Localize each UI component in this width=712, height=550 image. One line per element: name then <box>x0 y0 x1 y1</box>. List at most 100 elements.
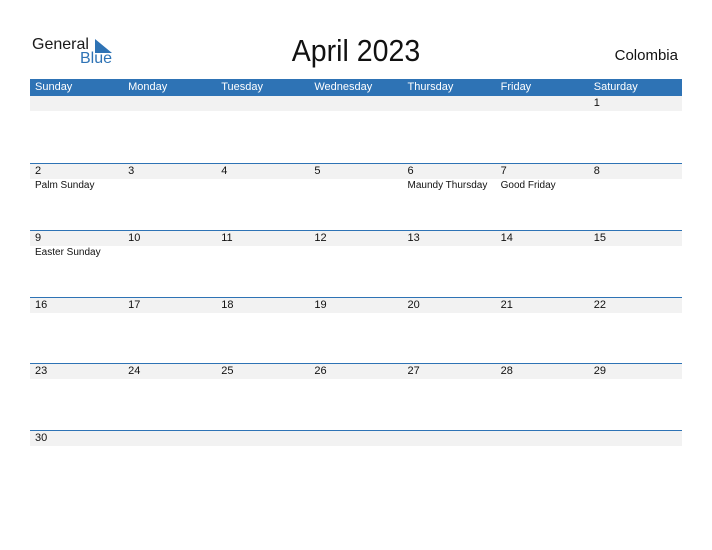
day-cell: 19 <box>309 298 403 365</box>
day-cell: 18 <box>216 298 310 365</box>
day-cell <box>495 431 589 498</box>
day-number: 23 <box>30 364 124 379</box>
day-number: 9 <box>30 231 124 246</box>
day-cell: 13 <box>402 231 496 298</box>
day-number: 20 <box>402 298 496 313</box>
day-cell: 26 <box>309 364 403 431</box>
day-number: 17 <box>123 298 217 313</box>
week-row: 2 Palm Sunday 3 4 5 6 Maundy Thursday 7 Good Fri… <box>30 163 682 231</box>
day-number <box>216 431 310 446</box>
day-cell <box>30 96 124 163</box>
day-number: 13 <box>402 231 496 246</box>
day-cell: 5 <box>309 164 403 231</box>
day-number: 15 <box>588 231 682 246</box>
day-number <box>216 96 310 111</box>
day-cell <box>216 431 310 498</box>
day-number <box>402 431 496 446</box>
day-cell: 22 <box>588 298 682 365</box>
day-cell: 7 Good Friday <box>495 164 589 231</box>
weekday-saturday: Saturday <box>593 81 638 93</box>
day-cell: 23 <box>30 364 124 431</box>
weekday-tuesday: Tuesday <box>221 81 264 93</box>
day-number: 10 <box>123 231 217 246</box>
day-number <box>123 96 217 111</box>
weekday-wednesday: Wednesday <box>314 81 373 93</box>
day-cell: 20 <box>402 298 496 365</box>
day-number: 6 <box>402 164 496 179</box>
day-cell: 29 <box>588 364 682 431</box>
day-number <box>495 96 589 111</box>
day-cell <box>309 96 403 163</box>
day-cell <box>588 431 682 498</box>
day-cell: 9 Easter Sunday <box>30 231 124 298</box>
day-cell: 10 <box>123 231 217 298</box>
day-cell: 21 <box>495 298 589 365</box>
weekday-friday: Friday <box>500 81 532 93</box>
day-cell: 27 <box>402 364 496 431</box>
day-cell: 24 <box>123 364 217 431</box>
day-cell <box>495 96 589 163</box>
day-cell: 11 <box>216 231 310 298</box>
weekday-thursday: Thursday <box>407 81 454 93</box>
holiday-label: Good Friday <box>500 180 556 191</box>
day-number: 19 <box>309 298 403 313</box>
day-number <box>588 431 682 446</box>
day-number <box>30 96 124 111</box>
day-number: 29 <box>588 364 682 379</box>
day-cell: 3 <box>123 164 217 231</box>
day-number: 2 <box>30 164 124 179</box>
day-cell: 6 Maundy Thursday <box>402 164 496 231</box>
week-row: 16 17 18 19 20 21 22 <box>30 297 682 365</box>
day-cell: 12 <box>309 231 403 298</box>
day-number: 21 <box>495 298 589 313</box>
day-number: 11 <box>216 231 310 246</box>
day-number: 5 <box>309 164 403 179</box>
day-cell: 1 <box>588 96 682 163</box>
day-cell: 16 <box>30 298 124 365</box>
day-cell: 15 <box>588 231 682 298</box>
day-number: 4 <box>216 164 310 179</box>
day-cell: 4 <box>216 164 310 231</box>
day-number: 14 <box>495 231 589 246</box>
day-number <box>309 431 403 446</box>
day-number <box>495 431 589 446</box>
page-title: April 2023 <box>291 33 421 68</box>
day-number <box>309 96 403 111</box>
day-number: 22 <box>588 298 682 313</box>
day-number: 27 <box>402 364 496 379</box>
holiday-label: Easter Sunday <box>35 247 101 258</box>
day-cell <box>216 96 310 163</box>
weekday-header: Sunday Monday Tuesday Wednesday Thursday Frid… <box>30 79 682 96</box>
weekday-sunday: Sunday <box>35 81 73 93</box>
day-cell <box>123 431 217 498</box>
day-cell <box>123 96 217 163</box>
day-number: 7 <box>495 164 589 179</box>
week-row: 30 <box>30 430 682 498</box>
day-number: 30 <box>30 431 124 446</box>
day-number: 18 <box>216 298 310 313</box>
day-number: 25 <box>216 364 310 379</box>
country-label: Colombia <box>614 47 678 64</box>
day-number: 28 <box>495 364 589 379</box>
day-cell: 17 <box>123 298 217 365</box>
week-row: 23 24 25 26 27 28 29 <box>30 363 682 431</box>
day-cell: 30 <box>30 431 124 498</box>
weekday-monday: Monday <box>128 81 168 93</box>
holiday-label: Maundy Thursday <box>407 180 488 191</box>
day-number: 3 <box>123 164 217 179</box>
day-cell <box>309 431 403 498</box>
day-cell: 28 <box>495 364 589 431</box>
holiday-label: Palm Sunday <box>35 180 95 191</box>
day-number: 26 <box>309 364 403 379</box>
day-number: 24 <box>123 364 217 379</box>
day-number: 16 <box>30 298 124 313</box>
week-row: 1 <box>30 96 682 163</box>
day-cell: 14 <box>495 231 589 298</box>
day-cell: 2 Palm Sunday <box>30 164 124 231</box>
day-cell: 8 <box>588 164 682 231</box>
day-number: 12 <box>309 231 403 246</box>
day-number: 1 <box>588 96 682 111</box>
day-number: 8 <box>588 164 682 179</box>
day-number <box>402 96 496 111</box>
day-number <box>123 431 217 446</box>
